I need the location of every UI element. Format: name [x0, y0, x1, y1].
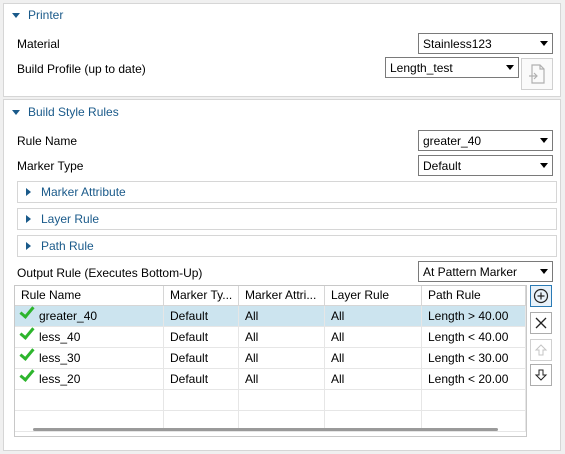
- output-rule-dropdown[interactable]: At Pattern Marker: [418, 261, 553, 282]
- table-row[interactable]: less_40 Default All All Length < 40.00: [15, 327, 526, 348]
- rules-table: Rule Name Marker Ty... Marker Attri... L…: [14, 285, 527, 437]
- material-label: Material: [17, 37, 60, 51]
- material-dropdown[interactable]: Stainless123: [418, 33, 553, 54]
- add-rule-button[interactable]: [530, 285, 552, 307]
- expand-triangle-icon: [26, 242, 31, 250]
- table-row[interactable]: less_30 Default All All Length < 30.00: [15, 348, 526, 369]
- path-rule-cell: Length < 30.00: [422, 348, 526, 368]
- layer-rule-expander[interactable]: Layer Rule: [17, 208, 557, 230]
- table-row[interactable]: less_20 Default All All Length < 20.00: [15, 369, 526, 390]
- empty-row: [15, 390, 526, 411]
- move-up-button[interactable]: [530, 339, 552, 361]
- chevron-down-icon: [536, 269, 552, 274]
- chevron-down-icon: [536, 163, 552, 168]
- marker-attribute-cell: All: [239, 327, 325, 347]
- path-rule-expander[interactable]: Path Rule: [17, 235, 557, 257]
- expand-triangle-icon: [26, 215, 31, 223]
- output-rule-dropdown-value: At Pattern Marker: [423, 264, 518, 279]
- marker-type-label: Marker Type: [17, 159, 84, 173]
- table-header: Rule Name Marker Ty... Marker Attri... L…: [15, 286, 526, 306]
- chevron-down-icon: [536, 41, 552, 46]
- column-header-path-rule[interactable]: Path Rule: [422, 286, 526, 305]
- rule-name-cell: less_20: [39, 372, 81, 386]
- import-profile-button[interactable]: [521, 58, 553, 90]
- marker-type-cell: Default: [164, 327, 239, 347]
- build-style-section-header[interactable]: Build Style Rules: [12, 105, 119, 119]
- column-header-marker-type[interactable]: Marker Ty...: [164, 286, 239, 305]
- printer-section-header[interactable]: Printer: [12, 8, 63, 22]
- build-profile-dropdown[interactable]: Length_test: [385, 57, 519, 78]
- remove-rule-button[interactable]: [530, 312, 552, 334]
- marker-type-cell: Default: [164, 348, 239, 368]
- checkmark-icon: [19, 369, 35, 382]
- column-header-rule-name[interactable]: Rule Name: [15, 286, 164, 305]
- table-row[interactable]: greater_40 Default All All Length > 40.0…: [15, 306, 526, 327]
- rule-name-dropdown-value: greater_40: [423, 133, 482, 148]
- rule-name-cell: less_30: [39, 351, 81, 365]
- marker-attribute-expander[interactable]: Marker Attribute: [17, 181, 557, 203]
- path-rule-cell: Length < 20.00: [422, 369, 526, 389]
- layer-rule-cell: All: [325, 348, 422, 368]
- output-rule-label: Output Rule (Executes Bottom-Up): [17, 266, 203, 280]
- build-profile-dropdown-value: Length_test: [390, 60, 453, 75]
- arrow-up-icon: [534, 344, 548, 356]
- close-x-icon: [535, 317, 547, 329]
- printer-section-title: Printer: [28, 8, 64, 22]
- checkmark-icon: [19, 327, 35, 340]
- collapse-triangle-icon: [12, 109, 20, 115]
- printer-panel: Printer Material Stainless123 Build Prof…: [3, 3, 561, 97]
- marker-type-cell: Default: [164, 306, 239, 326]
- path-rule-title: Path Rule: [41, 239, 94, 253]
- marker-attribute-cell: All: [239, 369, 325, 389]
- collapse-triangle-icon: [12, 12, 20, 18]
- rule-name-label: Rule Name: [17, 134, 78, 148]
- layer-rule-cell: All: [325, 306, 422, 326]
- chevron-down-icon: [536, 138, 552, 143]
- marker-attribute-title: Marker Attribute: [41, 185, 126, 199]
- build-profile-label: Build Profile (up to date): [17, 62, 146, 76]
- column-header-marker-attribute[interactable]: Marker Attri...: [239, 286, 325, 305]
- checkmark-icon: [19, 306, 35, 319]
- checkmark-icon: [19, 348, 35, 361]
- material-dropdown-value: Stainless123: [423, 36, 492, 51]
- marker-attribute-cell: All: [239, 306, 325, 326]
- layer-rule-title: Layer Rule: [41, 212, 100, 226]
- import-file-icon: [529, 64, 545, 84]
- rule-name-cell: less_40: [39, 330, 81, 344]
- build-style-section-title: Build Style Rules: [28, 105, 119, 119]
- marker-type-cell: Default: [164, 369, 239, 389]
- arrow-down-icon: [534, 369, 548, 381]
- horizontal-scrollbar[interactable]: [33, 428, 498, 431]
- move-down-button[interactable]: [530, 364, 552, 386]
- expand-triangle-icon: [26, 188, 31, 196]
- rule-name-dropdown[interactable]: greater_40: [418, 130, 553, 151]
- path-rule-cell: Length < 40.00: [422, 327, 526, 347]
- layer-rule-cell: All: [325, 369, 422, 389]
- column-header-layer-rule[interactable]: Layer Rule: [325, 286, 422, 305]
- chevron-down-icon: [502, 65, 518, 70]
- marker-type-dropdown-value: Default: [423, 158, 462, 173]
- rule-name-cell: greater_40: [39, 309, 98, 323]
- path-rule-cell: Length > 40.00: [422, 306, 526, 326]
- marker-type-dropdown[interactable]: Default: [418, 155, 553, 176]
- add-circle-icon: [533, 288, 549, 304]
- layer-rule-cell: All: [325, 327, 422, 347]
- marker-attribute-cell: All: [239, 348, 325, 368]
